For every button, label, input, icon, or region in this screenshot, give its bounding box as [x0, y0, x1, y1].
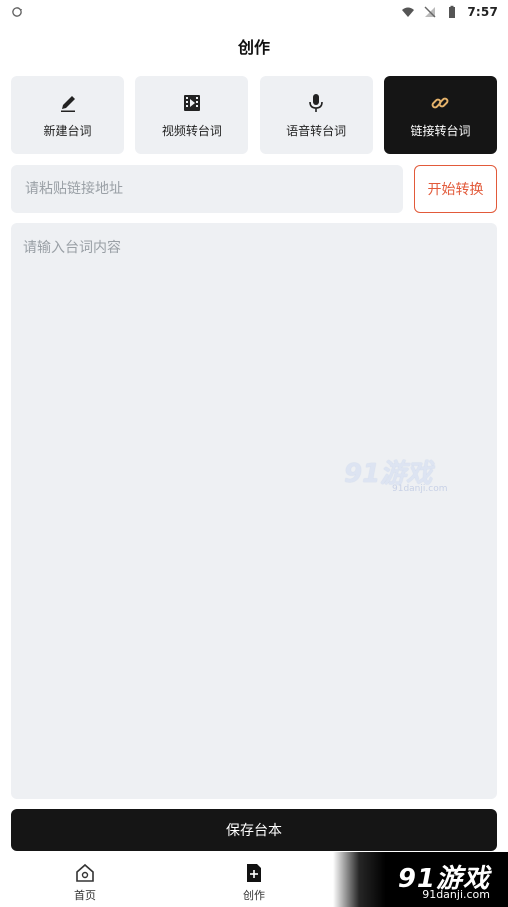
- microphone-icon: [305, 92, 327, 114]
- battery-icon: [445, 5, 459, 19]
- page-title: 创作: [237, 38, 270, 57]
- nav-item-home[interactable]: 首页: [65, 862, 105, 902]
- no-signal-icon: [423, 5, 437, 19]
- mode-label: 链接转台词: [410, 123, 471, 138]
- link-row: 开始转换: [11, 165, 497, 213]
- status-right: 7:57: [401, 5, 498, 19]
- status-bar: 7:57: [0, 0, 508, 24]
- corner-watermark-site: 91danji.com: [422, 888, 490, 901]
- mode-label: 新建台词: [43, 123, 92, 138]
- mode-audio-to-script[interactable]: 语音转台词: [259, 76, 373, 154]
- link-input[interactable]: [11, 165, 403, 213]
- nav-item-label: 首页: [74, 889, 96, 902]
- nav-item-create[interactable]: 创作: [234, 862, 274, 902]
- nav-item-label: 创作: [243, 889, 265, 902]
- mode-link-to-script[interactable]: 链接转台词: [383, 76, 497, 154]
- script-content-input[interactable]: [11, 223, 497, 799]
- mode-label: 视频转台词: [161, 123, 222, 138]
- link-icon: [429, 92, 451, 114]
- home-icon: [74, 862, 96, 884]
- create-icon: [243, 862, 265, 884]
- status-time: 7:57: [467, 5, 498, 19]
- status-left: [10, 5, 24, 19]
- mode-selector: 新建台词 视频转台词 语音转台词 链接转台词: [11, 76, 497, 154]
- film-icon: [181, 92, 203, 114]
- wifi-icon: [401, 5, 415, 19]
- corner-watermark: 91游戏 91danji.com: [333, 852, 508, 907]
- mode-label: 语音转台词: [286, 123, 347, 138]
- pencil-icon: [57, 92, 79, 114]
- save-script-button[interactable]: 保存台本: [11, 809, 497, 851]
- mode-new-script[interactable]: 新建台词: [11, 76, 124, 154]
- sync-icon: [10, 5, 24, 19]
- mode-video-to-script[interactable]: 视频转台词: [135, 76, 249, 154]
- start-convert-button[interactable]: 开始转换: [414, 165, 497, 213]
